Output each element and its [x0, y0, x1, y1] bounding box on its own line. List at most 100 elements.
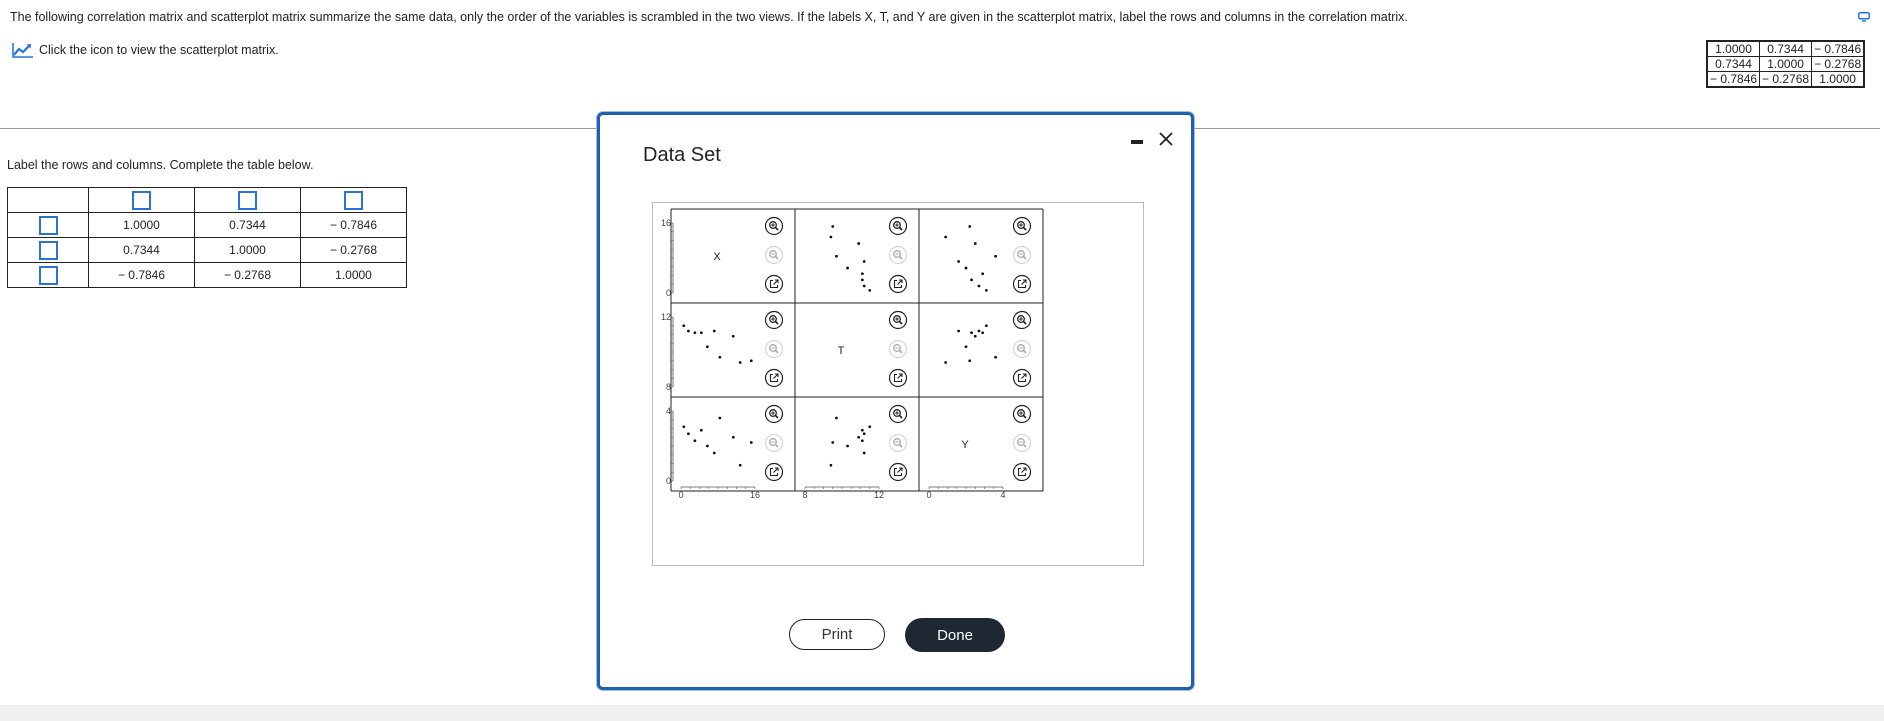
matrix-cell: − 0.7846	[1706, 71, 1761, 88]
data-point	[693, 331, 697, 335]
table-row: 1.0000 0.7344 − 0.7846	[7, 212, 407, 238]
data-point	[977, 329, 981, 333]
table-row: − 0.7846 − 0.2768 1.0000	[7, 262, 407, 288]
line-chart-icon[interactable]	[12, 42, 34, 58]
data-set-dialog: Data Set 16 0 12 8 4 0 0 16 8 12 0 4 X T Y Print Done	[597, 112, 1194, 690]
zoom-in-icon[interactable]	[888, 404, 908, 424]
zoom-out-icon[interactable]	[889, 246, 907, 264]
zoom-in-icon[interactable]	[1012, 216, 1032, 236]
y-tick-label: 0	[666, 476, 671, 486]
row-label-input[interactable]	[38, 265, 58, 285]
data-point	[981, 331, 985, 335]
table-cell: − 0.7846	[88, 262, 195, 288]
zoom-in-icon[interactable]	[764, 310, 784, 330]
matrix-cell: 1.0000	[1706, 40, 1761, 57]
data-point	[984, 288, 988, 292]
zoom-in-icon[interactable]	[764, 404, 784, 424]
zoom-out-icon[interactable]	[1013, 246, 1031, 264]
y-tick-label: 12	[661, 312, 671, 322]
data-point	[957, 260, 960, 263]
data-point	[862, 432, 866, 436]
zoom-out-icon[interactable]	[889, 434, 907, 452]
close-icon[interactable]	[1157, 130, 1175, 148]
data-point	[860, 439, 864, 443]
done-button[interactable]: Done	[905, 618, 1005, 652]
data-point	[970, 278, 973, 282]
data-point	[862, 284, 866, 288]
dialog-title: Data Set	[643, 144, 721, 166]
data-point	[973, 242, 977, 245]
instructions-text: The following correlation matrix and sca…	[10, 10, 1408, 24]
data-point	[964, 266, 968, 270]
row-label-input[interactable]	[38, 240, 58, 260]
data-point	[738, 463, 742, 467]
data-point	[699, 428, 703, 432]
data-point	[944, 361, 948, 364]
correlation-answer-table: 1.0000 0.7344 − 0.7846 0.7344 1.0000 − 0…	[7, 187, 407, 288]
print-button[interactable]: Print	[789, 619, 885, 650]
matrix-cell: 1.0000	[1759, 56, 1813, 72]
zoom-in-icon[interactable]	[1012, 310, 1032, 330]
zoom-out-icon[interactable]	[1013, 340, 1031, 358]
y-tick-label: 0	[666, 288, 671, 298]
data-point	[687, 432, 690, 436]
table-row: 1.0000 0.7344 − 0.7846	[1706, 40, 1865, 57]
row-label-cell	[7, 212, 89, 238]
table-cell: − 0.7846	[300, 212, 407, 238]
zoom-out-icon[interactable]	[765, 340, 783, 358]
table-cell: − 0.2768	[194, 262, 301, 288]
row-label-input[interactable]	[38, 215, 58, 235]
column-label-input[interactable]	[344, 190, 363, 210]
zoom-out-icon[interactable]	[889, 340, 907, 358]
matrix-cell: − 0.2768	[1759, 71, 1813, 88]
data-point	[682, 324, 686, 328]
table-row: − 0.7846 − 0.2768 1.0000	[1706, 71, 1865, 88]
table-row: 0.7344 1.0000 − 0.2768	[1706, 56, 1865, 72]
table-cell: 1.0000	[88, 212, 195, 238]
footer-bar	[0, 705, 1884, 721]
zoom-in-icon[interactable]	[1012, 404, 1032, 424]
row-label-cell	[7, 237, 89, 263]
column-label-cell	[194, 187, 301, 213]
data-point	[860, 272, 864, 276]
data-point	[968, 359, 972, 363]
zoom-out-icon[interactable]	[765, 434, 783, 452]
data-point	[994, 355, 997, 359]
data-point	[749, 441, 753, 444]
data-point	[857, 242, 861, 245]
row-label-cell	[7, 262, 89, 288]
data-point	[705, 444, 709, 448]
column-label-cell	[88, 187, 195, 213]
minimize-icon[interactable]	[1129, 131, 1145, 147]
data-point	[846, 266, 849, 270]
data-point	[829, 235, 833, 239]
data-point	[718, 355, 722, 359]
data-point	[981, 272, 985, 276]
zoom-out-icon[interactable]	[765, 246, 783, 264]
column-label-input[interactable]	[132, 190, 151, 210]
x-tick-label: 0	[678, 490, 683, 500]
table-cell: 1.0000	[194, 237, 301, 263]
data-point	[944, 235, 948, 239]
x-tick-label: 0	[926, 490, 931, 500]
scatterplot-matrix: 160128400 16 8 12 0 4XTY	[661, 208, 1044, 500]
data-point	[835, 254, 838, 258]
scatterplot-link[interactable]: Click the icon to view the scatterplot m…	[12, 42, 279, 58]
scatterplot-link-label[interactable]: Click the icon to view the scatterplot m…	[39, 43, 279, 57]
zoom-in-icon[interactable]	[888, 310, 908, 330]
correlation-matrix-preview: 1.0000 0.7344 − 0.7846 0.7344 1.0000 − 0…	[1706, 40, 1866, 88]
corner-cell	[7, 187, 89, 213]
zoom-in-icon[interactable]	[764, 216, 784, 236]
data-point	[973, 334, 977, 338]
data-point	[994, 254, 997, 258]
zoom-out-icon[interactable]	[1013, 434, 1031, 452]
data-point	[731, 334, 735, 338]
y-tick-label: 8	[666, 382, 671, 392]
column-label-cell	[300, 187, 407, 213]
table-row: 0.7344 1.0000 − 0.2768	[7, 237, 407, 263]
data-point	[731, 435, 735, 439]
column-label-input[interactable]	[238, 190, 257, 210]
data-point	[682, 425, 686, 429]
zoom-in-icon[interactable]	[888, 216, 908, 236]
expand-icon[interactable]	[1858, 12, 1870, 22]
